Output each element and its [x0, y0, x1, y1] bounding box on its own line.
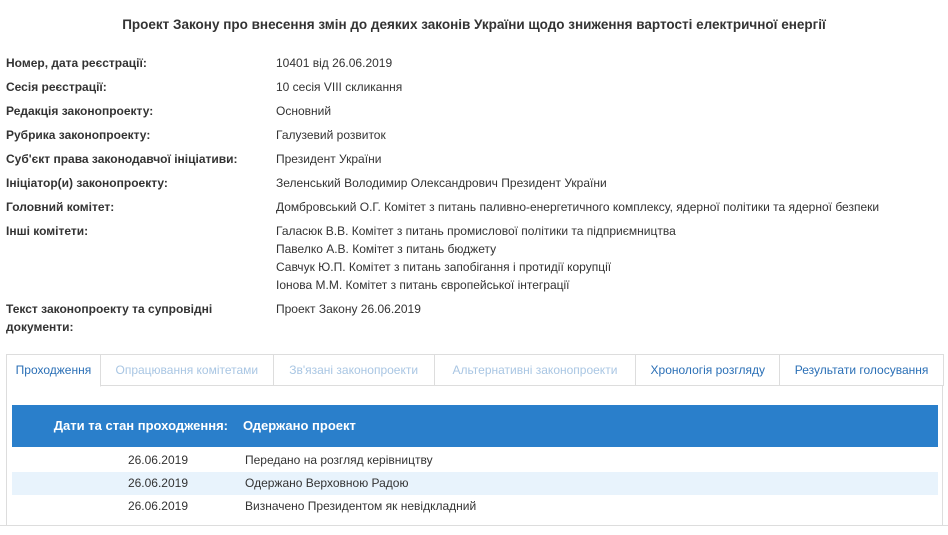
- field-label: Суб'єкт права законодавчої ініціативи:: [6, 152, 238, 166]
- tab-bar: Проходження Опрацювання комітетами Зв'яз…: [6, 354, 944, 387]
- table-row: 26.06.2019 Визначено Президентом як неві…: [12, 495, 938, 518]
- passage-table-header: Дати та стан проходження: Одержано проек…: [12, 405, 938, 447]
- info-row-initiators: Ініціатор(и) законопроекту: Зеленський В…: [6, 174, 607, 192]
- info-row-documents: Текст законопроекту та супровідні докуме…: [6, 300, 421, 336]
- field-label: Рубрика законопроекту:: [6, 128, 151, 142]
- info-row-subject: Суб'єкт права законодавчої ініціативи: П…: [6, 150, 381, 168]
- table-row: 26.06.2019 Одержано Верховною Радою: [12, 472, 938, 495]
- divider: [0, 525, 948, 526]
- field-label-line: документи:: [6, 320, 74, 334]
- field-value: Основний: [276, 104, 332, 118]
- info-row-rubric: Рубрика законопроекту: Галузевий розвито…: [6, 126, 386, 144]
- row-event: Одержано Верховною Радою: [245, 476, 409, 490]
- row-date: 26.06.2019: [127, 499, 188, 513]
- tab-committee-processing[interactable]: Опрацювання комітетами: [99, 354, 274, 386]
- field-label: Текст законопроекту та супровідні докуме…: [6, 300, 276, 336]
- info-row-other-committees: Інші комітети: Галасюк В.В. Комітет з пи…: [6, 222, 676, 294]
- field-value-list: Галасюк В.В. Комітет з питань промислово…: [276, 222, 676, 294]
- field-value: Зеленський Володимир Олександрович Прези…: [276, 176, 607, 190]
- tab-alternative-bills[interactable]: Альтернативні законопроекти: [433, 354, 637, 386]
- field-label: Інші комітети:: [6, 224, 89, 238]
- tab-linked-bills[interactable]: Зв'язані законопроекти: [272, 354, 435, 386]
- header-status: Одержано проект: [243, 418, 356, 433]
- committee-item: Савчук Ю.П. Комітет з питань запобігання…: [276, 260, 612, 274]
- field-label-line: Текст законопроекту та супровідні: [6, 302, 213, 316]
- committee-item: Павелко А.В. Комітет з питань бюджету: [276, 242, 497, 256]
- field-value: Президент України: [276, 152, 382, 166]
- row-event: Визначено Президентом як невідкладний: [245, 499, 477, 513]
- bill-title: Проект Закону про внесення змін до деяки…: [122, 17, 826, 32]
- field-value: 10 сесія VIII скликання: [276, 80, 403, 94]
- info-row-number-date: Номер, дата реєстрації: 10401 від 26.06.…: [6, 54, 392, 72]
- table-row: 26.06.2019 Передано на розгляд керівницт…: [12, 449, 938, 472]
- tab-passage[interactable]: Проходження: [6, 354, 101, 387]
- header-dates: Дати та стан проходження:: [53, 418, 228, 433]
- info-row-session: Сесія реєстрації: 10 сесія VIII скликанн…: [6, 78, 402, 96]
- field-label: Номер, дата реєстрації:: [6, 56, 147, 70]
- info-row-edition: Редакція законопроекту: Основний: [6, 102, 331, 120]
- field-value: 10401 від 26.06.2019: [276, 56, 393, 70]
- tab-chronology[interactable]: Хронологія розгляду: [635, 354, 781, 386]
- field-label: Сесія реєстрації:: [6, 80, 107, 94]
- document-link[interactable]: Проект Закону 26.06.2019: [276, 300, 421, 318]
- field-value: Домбровський О.Г. Комітет з питань палив…: [276, 200, 880, 214]
- field-label: Ініціатор(и) законопроекту:: [6, 176, 168, 190]
- row-date: 26.06.2019: [127, 453, 188, 467]
- row-event: Передано на розгляд керівництву: [245, 453, 433, 467]
- committee-item: Іонова М.М. Комітет з питань європейсько…: [276, 278, 570, 292]
- field-label: Редакція законопроекту:: [6, 104, 154, 118]
- info-row-main-committee: Головний комітет: Домбровський О.Г. Комі…: [6, 198, 879, 216]
- field-value: Галузевий розвиток: [276, 128, 386, 142]
- row-date: 26.06.2019: [127, 476, 188, 490]
- tab-voting-results[interactable]: Результати голосування: [779, 354, 944, 386]
- committee-item: Галасюк В.В. Комітет з питань промислово…: [276, 224, 676, 238]
- field-label: Головний комітет:: [6, 200, 115, 214]
